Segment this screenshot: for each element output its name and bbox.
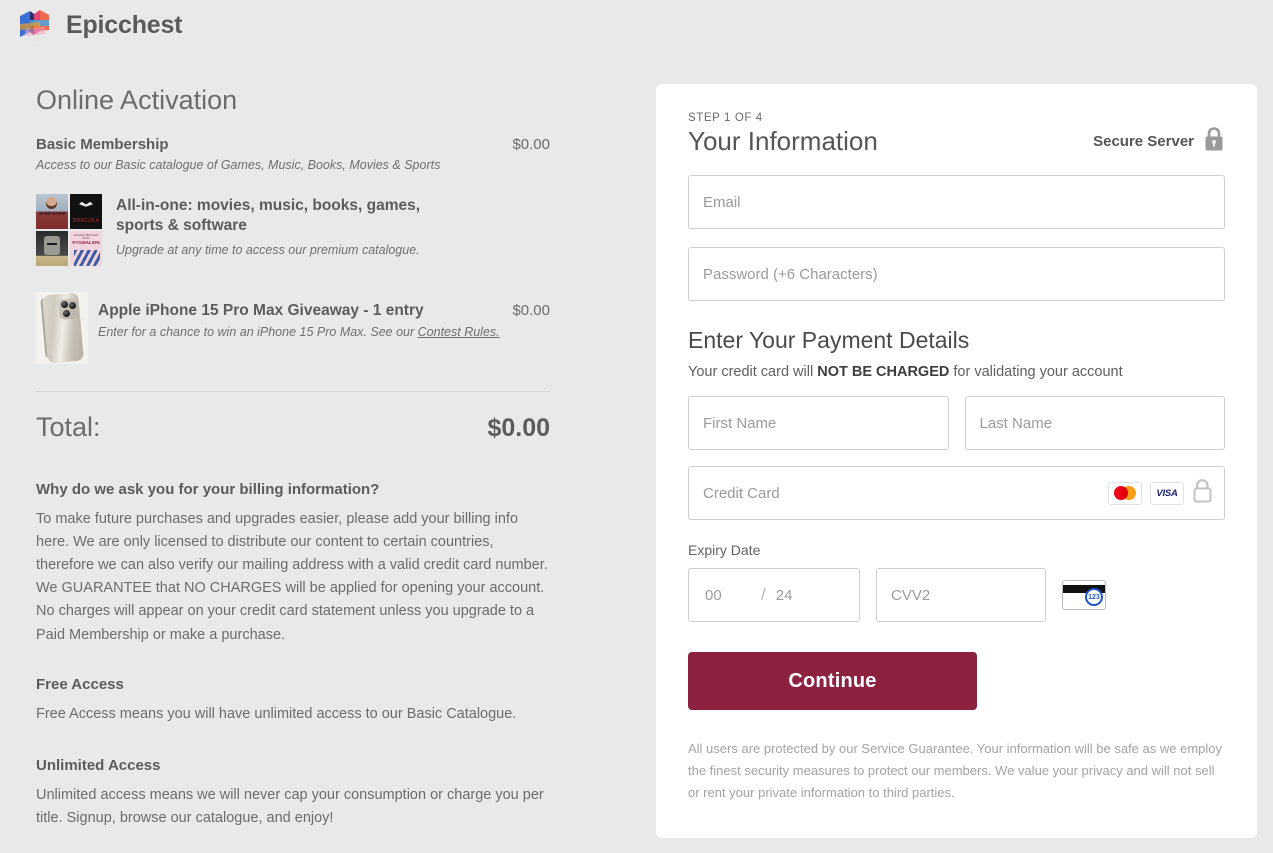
expiry-year-input[interactable] (773, 585, 822, 605)
panel-header: Your Information Secure Server (688, 126, 1225, 157)
book-cover-jane-eyre: JANE EYRE (36, 193, 68, 229)
expiry-date-group[interactable]: / (688, 568, 860, 622)
payment-note-before: Your credit card will (688, 364, 818, 380)
info-heading-free-access: Free Access (36, 675, 124, 693)
payment-note: Your credit card will NOT BE CHARGED for… (688, 364, 1225, 380)
name-fields-row (688, 396, 1225, 450)
email-field[interactable] (688, 175, 1225, 229)
site-header: Epicchest (0, 0, 1273, 50)
total-value: $0.00 (487, 413, 550, 442)
password-field[interactable] (688, 247, 1225, 301)
book-cover-pygmalion: GEORGE BERNARD SHAW PYGMALION (70, 230, 102, 266)
order-summary-column: Online Activation Basic Membership $0.00… (36, 85, 550, 830)
basic-membership-title: Basic Membership (36, 135, 169, 153)
giveaway-title: Apple iPhone 15 Pro Max Giveaway - 1 ent… (98, 301, 424, 319)
last-name-field[interactable] (964, 396, 1225, 450)
secure-server-label: Secure Server (1093, 133, 1194, 150)
payment-note-after: for validating your account (949, 364, 1123, 380)
basic-membership-price: $0.00 (512, 135, 550, 153)
cvv2-field[interactable] (876, 568, 1046, 622)
epicchest-logo-icon (18, 8, 52, 42)
info-body-unlimited-access: Unlimited access means we will never cap… (36, 787, 544, 827)
first-name-field[interactable] (688, 396, 949, 450)
promo-all-in-one: JANE EYRE DRACULA GEORGE BERNARD SHAW PYG… (36, 193, 550, 266)
summary-divider (36, 390, 550, 392)
info-block-free-access: Free Access Free Access means you will h… (36, 676, 550, 726)
expiry-cvv-row: / 123 (688, 568, 1225, 622)
promo-title: All-in-one: movies, music, books, games,… (116, 196, 421, 235)
total-label: Total: (36, 411, 101, 442)
cvv-hint-digits: 123 (1085, 588, 1103, 606)
giveaway-subtitle: Enter for a chance to win an iPhone 15 P… (98, 325, 550, 339)
line-item-iphone-giveaway: Apple iPhone 15 Pro Max Giveaway - 1 ent… (36, 291, 550, 364)
credit-card-row: VISA (688, 466, 1225, 520)
contest-rules-link[interactable]: Contest Rules. (418, 325, 500, 339)
order-total-row: Total: $0.00 (36, 412, 550, 443)
book-covers-thumbnail: JANE EYRE DRACULA GEORGE BERNARD SHAW PYG… (36, 193, 102, 266)
card-back-cvv-icon: 123 (1062, 580, 1106, 610)
payment-details-heading: Enter Your Payment Details (688, 327, 970, 353)
book-cover-dracula: DRACULA (70, 193, 102, 229)
brand-name: Epicchest (66, 10, 183, 39)
expiry-date-label: Expiry Date (688, 542, 761, 558)
info-block-billing: Why do we ask you for your billing infor… (36, 481, 550, 647)
book-cover-frankenstein (36, 230, 68, 266)
accepted-cards-icons: VISA (1108, 478, 1213, 508)
line-item-basic-membership: Basic Membership $0.00 Access to our Bas… (36, 136, 550, 172)
visa-icon: VISA (1150, 481, 1184, 505)
expiry-month-input[interactable] (703, 585, 761, 605)
mastercard-icon (1108, 481, 1142, 505)
promo-subtitle: Upgrade at any time to access our premiu… (116, 242, 420, 257)
panel-title: Your Information (688, 126, 878, 156)
expiry-separator: / (761, 585, 766, 604)
info-block-unlimited-access: Unlimited Access Unlimited access means … (36, 757, 550, 830)
lock-icon (1192, 478, 1213, 508)
giveaway-subtitle-text: Enter for a chance to win an iPhone 15 P… (98, 324, 418, 339)
info-heading-unlimited-access: Unlimited Access (36, 757, 161, 774)
step-indicator: STEP 1 OF 4 (688, 112, 763, 124)
iphone-thumbnail (36, 291, 88, 364)
info-heading-billing: Why do we ask you for your billing infor… (36, 480, 380, 498)
basic-membership-subtitle: Access to our Basic catalogue of Games, … (36, 157, 441, 172)
lock-icon (1203, 126, 1225, 157)
continue-button[interactable]: Continue (688, 652, 977, 710)
signup-form-panel: STEP 1 OF 4 Your Information Secure Serv… (656, 84, 1257, 838)
activation-page: Epicchest Online Activation Basic Member… (0, 0, 1273, 853)
payment-note-strong: NOT BE CHARGED (817, 364, 950, 380)
info-body-billing: To make future purchases and upgrades ea… (36, 510, 548, 643)
info-body-free-access: Free Access means you will have unlimite… (36, 705, 517, 722)
page-title: Online Activation (36, 85, 238, 115)
giveaway-price: $0.00 (512, 301, 550, 319)
service-guarantee-text: All users are protected by our Service G… (688, 741, 1222, 800)
secure-server-badge: Secure Server (1093, 126, 1225, 157)
